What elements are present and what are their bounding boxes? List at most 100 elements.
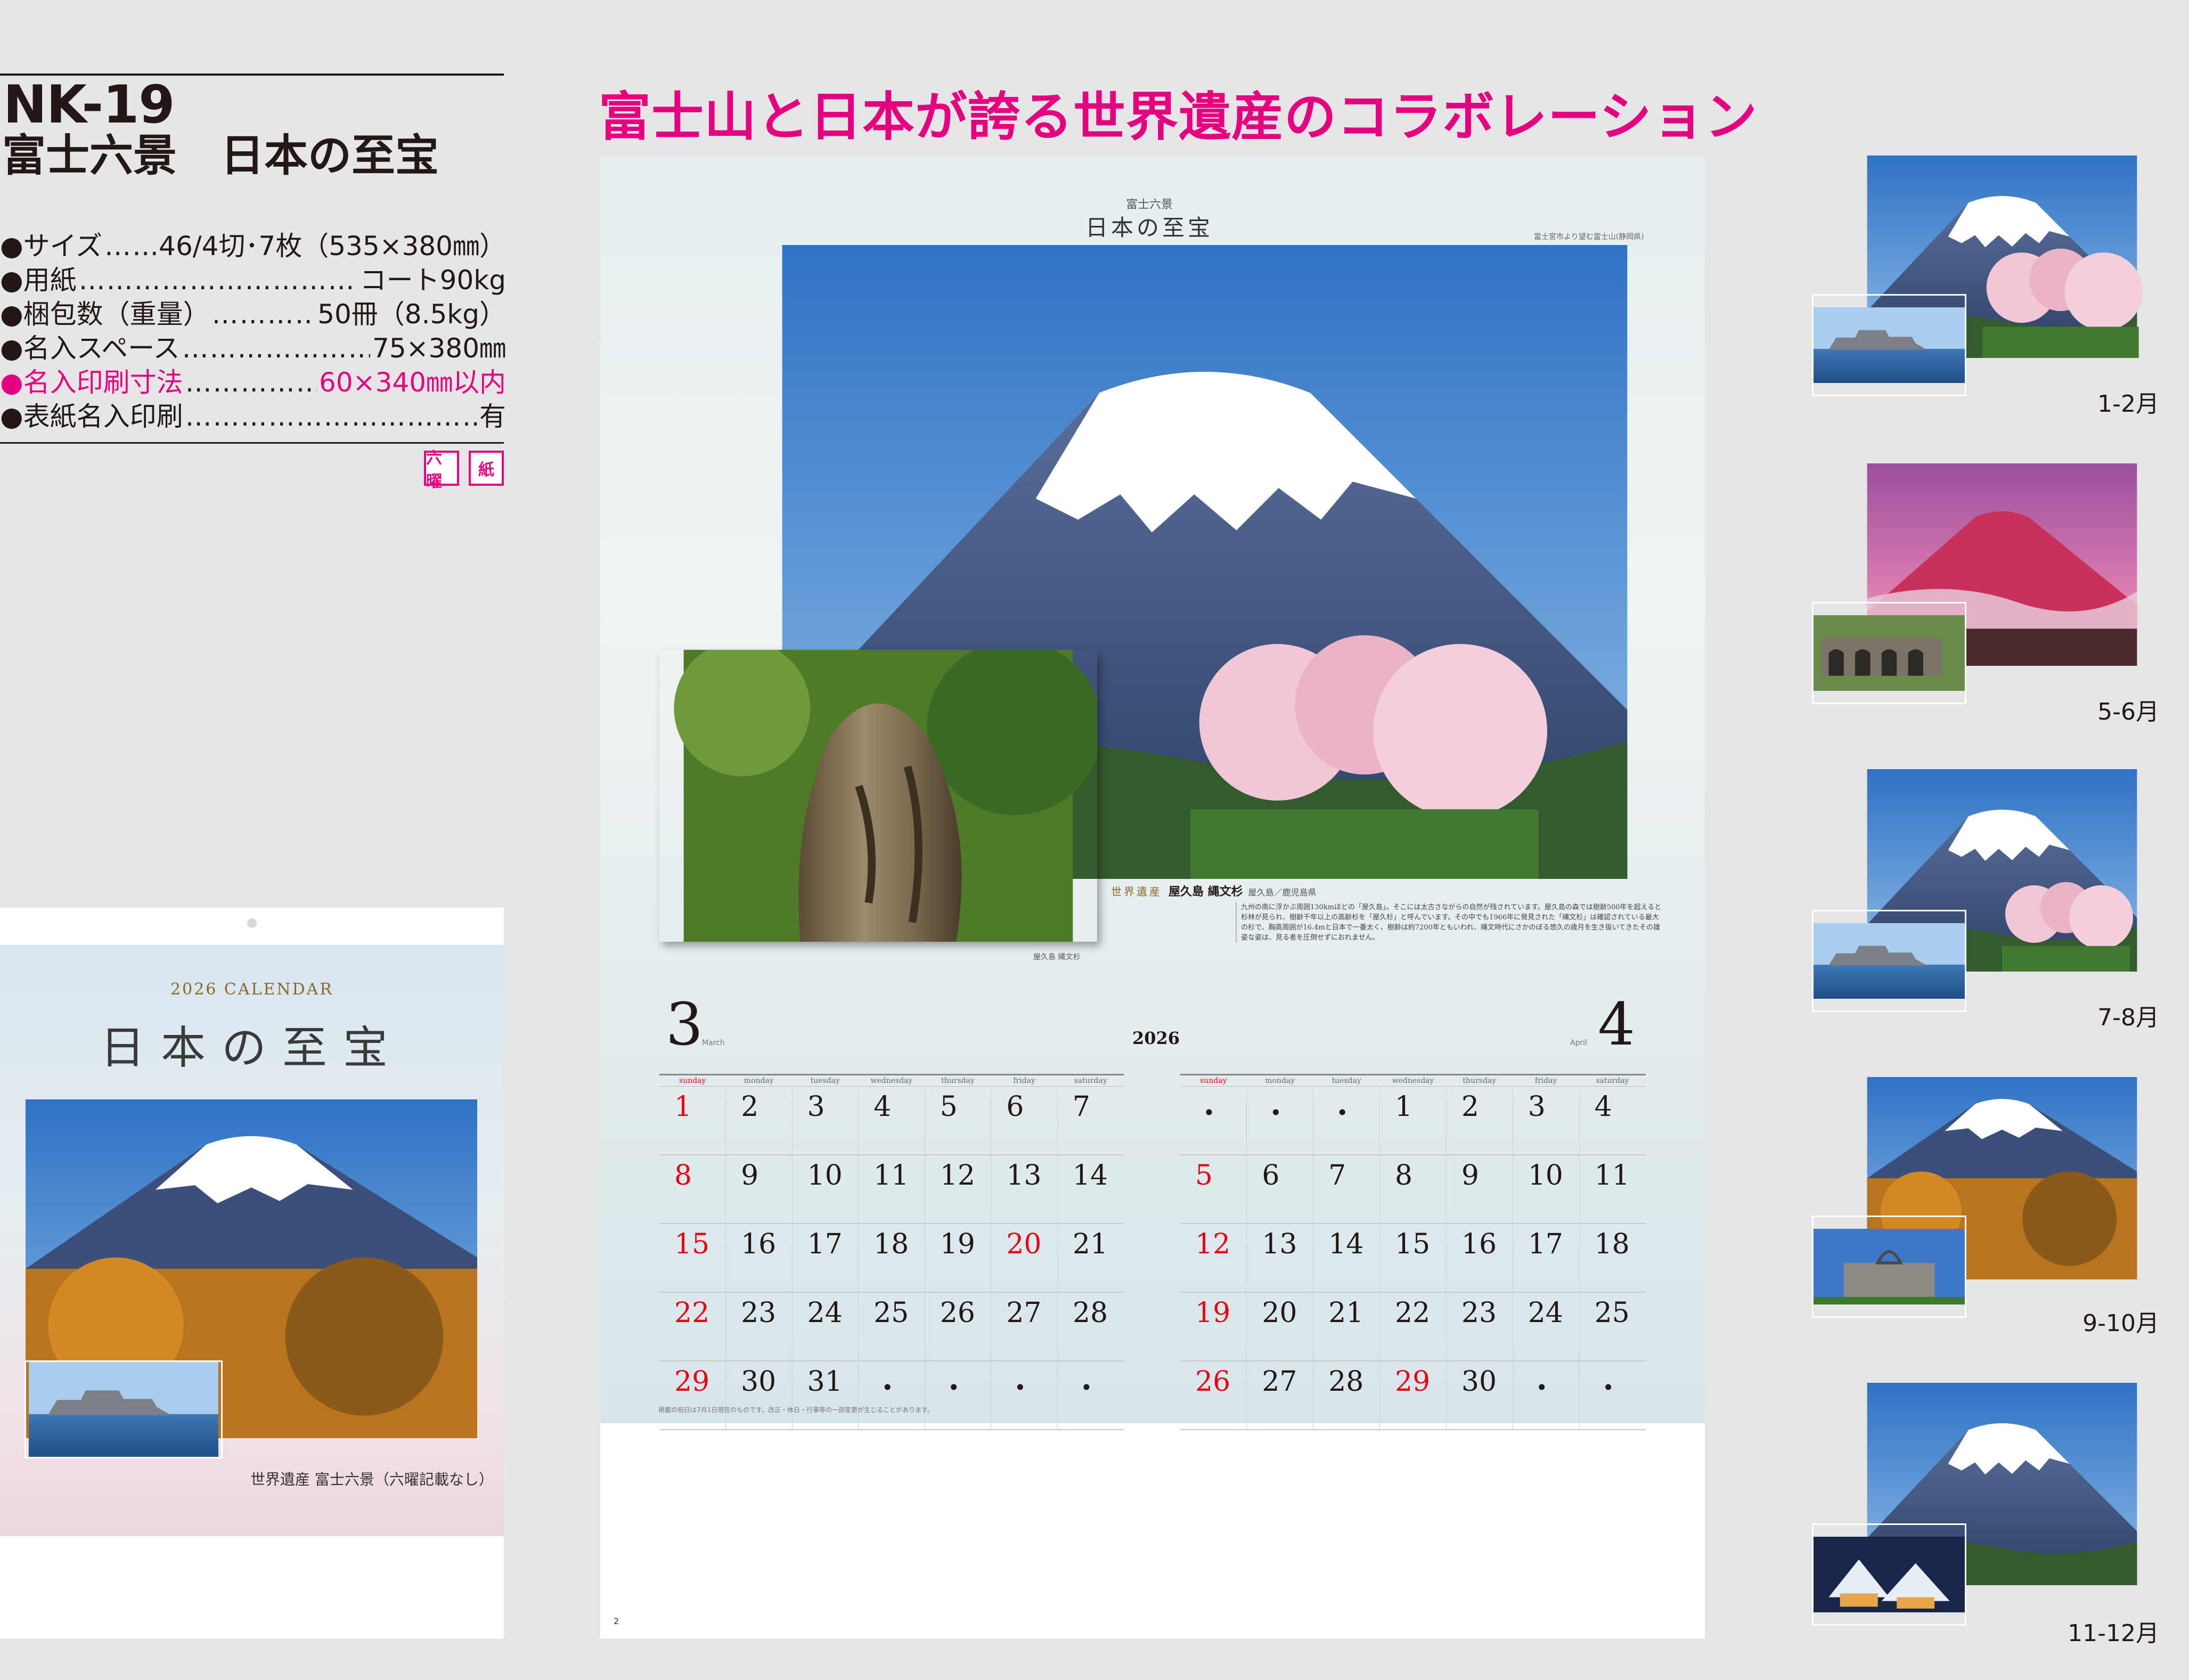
day-cell: 4 <box>858 1086 925 1155</box>
day-cell: ・ <box>924 1361 991 1430</box>
weekday-header: saturday <box>1057 1074 1124 1087</box>
weekday-header: wednesday <box>1379 1074 1447 1087</box>
week-row: 19 20 21 22 23 24 25 <box>1180 1292 1646 1361</box>
week-row: 15 16 17 18 19 20 21 <box>659 1224 1124 1293</box>
day-cell: 22 <box>659 1292 726 1361</box>
thumb-inset-village <box>1812 1523 1966 1626</box>
main-photo-caption: 富士宮市より望む富士山(静岡県) <box>1534 233 1644 241</box>
day-cell: 30 <box>1445 1361 1513 1430</box>
month-grid-april: sunday monday tuesday wednesday thursday… <box>1180 1074 1646 1430</box>
day-cell: 28 <box>1057 1292 1124 1361</box>
thumb-label: 11-12月 <box>2068 1620 2159 1647</box>
paper-badge-icon: 紙 <box>469 451 504 486</box>
thumb-inset-island <box>1812 910 1966 1012</box>
day-cell: ・ <box>858 1361 925 1430</box>
inset-photo-caption: 屋久島 縄文杉 <box>1033 953 1081 961</box>
day-cell: 29 <box>1379 1361 1447 1430</box>
day-cell: 26 <box>1180 1361 1247 1430</box>
thumb-inset-ruins <box>1812 602 1966 704</box>
day-cell: 14 <box>1313 1224 1380 1293</box>
day-cell: 26 <box>924 1292 991 1361</box>
week-row: 8 9 10 11 12 13 14 <box>659 1155 1124 1224</box>
day-cell: 16 <box>1445 1224 1513 1293</box>
day-cell: 7 <box>1057 1086 1124 1155</box>
description-block: 世界遺産 屋久島 縄文杉 屋久島／鹿児島県 九州の南に浮かぶ周囲130kmほどの「屋… <box>1111 882 1665 943</box>
day-cell: 20 <box>1246 1292 1313 1361</box>
day-cell: 17 <box>791 1224 859 1293</box>
day-cell: 28 <box>1313 1361 1380 1430</box>
spec-item-packing: ●梱包数（重量）50冊（8.5kg） <box>0 297 506 331</box>
week-row: 29 30 31 ・・・・ <box>659 1361 1124 1430</box>
day-cell: 14 <box>1057 1155 1124 1224</box>
weekday-header: friday <box>991 1074 1058 1087</box>
march-weeks: 1 2 3 4 5 6 7 8 9 10 11 12 13 14 15 16 17 18 19 20 21 22 23 24 2… <box>659 1086 1124 1430</box>
day-cell: 29 <box>659 1361 726 1430</box>
week-row: 1234567 <box>659 1086 1124 1155</box>
day-cell: 12 <box>1180 1224 1247 1293</box>
day-cell: 20 <box>991 1224 1058 1293</box>
april-weeks: ・・・ 1 2 3 4 5 6 7 8 9 10 11 12 13 14 15 16 17 18 19 20 21 22 23… <box>1180 1086 1646 1430</box>
month-name-april: April <box>1570 1039 1587 1047</box>
description-text: 九州の南に浮かぶ周囲130kmほどの「屋久島」。そこには太古さながらの自然が残さ… <box>1236 902 1665 943</box>
headline: 富士山と日本が誇る世界遺産のコラボレーション <box>599 87 1758 148</box>
week-row: 22 23 24 25 26 27 28 <box>659 1292 1124 1361</box>
page-number: 2 <box>614 1616 619 1626</box>
month-grid-march: sunday monday tuesday wednesday thursday… <box>659 1074 1124 1430</box>
weekday-header: sunday <box>659 1074 726 1087</box>
calendar-note: 掲載の祝日は7月1日現在のものです。改正・休日・行事等の一部変更が生じることがあ… <box>658 1406 934 1414</box>
day-cell: 13 <box>991 1155 1058 1224</box>
spec-list: ●サイズ46/4切･7枚（535×380㎜） ●用紙コート90kg ●梱包数（重… <box>0 229 506 434</box>
day-cell: 25 <box>1579 1292 1646 1361</box>
day-cell: 2 <box>725 1086 793 1155</box>
spec-item-paper: ●用紙コート90kg <box>0 263 506 297</box>
day-cell: 8 <box>1379 1155 1447 1224</box>
thumb-label: 1-2月 <box>2097 390 2159 418</box>
day-cell: 9 <box>1445 1155 1513 1224</box>
description-tag: 世界遺産 <box>1111 885 1162 898</box>
weekday-header: sunday <box>1180 1074 1247 1087</box>
day-cell: 31 <box>791 1361 859 1430</box>
day-cell: ・ <box>991 1361 1058 1430</box>
day-cell: ・ <box>1579 1361 1646 1430</box>
day-cell: 3 <box>791 1086 859 1155</box>
calendar-year: 2026 <box>1132 1028 1180 1048</box>
thumb-label: 5-6月 <box>2097 698 2159 725</box>
day-cell: 3 <box>1512 1086 1580 1155</box>
day-cell: 15 <box>1379 1224 1447 1293</box>
day-cell: ・ <box>1313 1086 1380 1155</box>
day-cell: 27 <box>1246 1361 1313 1430</box>
weekday-header: friday <box>1513 1074 1580 1087</box>
cover-year-label: 2026 CALENDAR <box>170 980 333 999</box>
day-cell: 21 <box>1057 1224 1124 1293</box>
product-code: NK-19 <box>3 75 175 135</box>
month-name-march: March <box>702 1039 725 1047</box>
month-number-april: 4 <box>1598 990 1635 1058</box>
spec-item-name-space: ●名入スペース75×380㎜ <box>0 331 506 365</box>
day-cell: 24 <box>791 1292 859 1361</box>
day-cell: ・ <box>1057 1361 1124 1430</box>
description-location: 屋久島／鹿児島県 <box>1248 887 1317 898</box>
product-name: 富士六景 日本の至宝 <box>2 131 439 181</box>
day-cell: 18 <box>858 1224 925 1293</box>
day-cell: 19 <box>924 1224 991 1293</box>
day-cell: 18 <box>1579 1224 1646 1293</box>
thumb-label: 9-10月 <box>2082 1310 2159 1337</box>
day-cell: 22 <box>1379 1292 1447 1361</box>
day-cell: 25 <box>858 1292 925 1361</box>
day-cell: 5 <box>1180 1155 1247 1224</box>
day-cell: 12 <box>924 1155 991 1224</box>
weekday-header: monday <box>1246 1074 1313 1087</box>
cover-photo-island <box>24 1360 223 1458</box>
week-row: 26 27 28 29 30 ・・ <box>1180 1361 1646 1430</box>
weekday-header: wednesday <box>858 1074 925 1087</box>
week-row: ・・・ 1 2 3 4 <box>1180 1086 1646 1155</box>
day-cell: 2 <box>1445 1086 1513 1155</box>
day-cell: 23 <box>1445 1292 1513 1361</box>
day-cell: ・ <box>1246 1086 1313 1155</box>
cover-caption: 世界遺産 富士六景（六曜記載なし） <box>250 1471 494 1488</box>
hanging-hole <box>247 918 257 928</box>
day-cell: 23 <box>725 1292 793 1361</box>
day-cell: 1 <box>1379 1086 1447 1155</box>
day-cell: 10 <box>791 1155 859 1224</box>
description-title: 屋久島 縄文杉 <box>1169 885 1243 899</box>
